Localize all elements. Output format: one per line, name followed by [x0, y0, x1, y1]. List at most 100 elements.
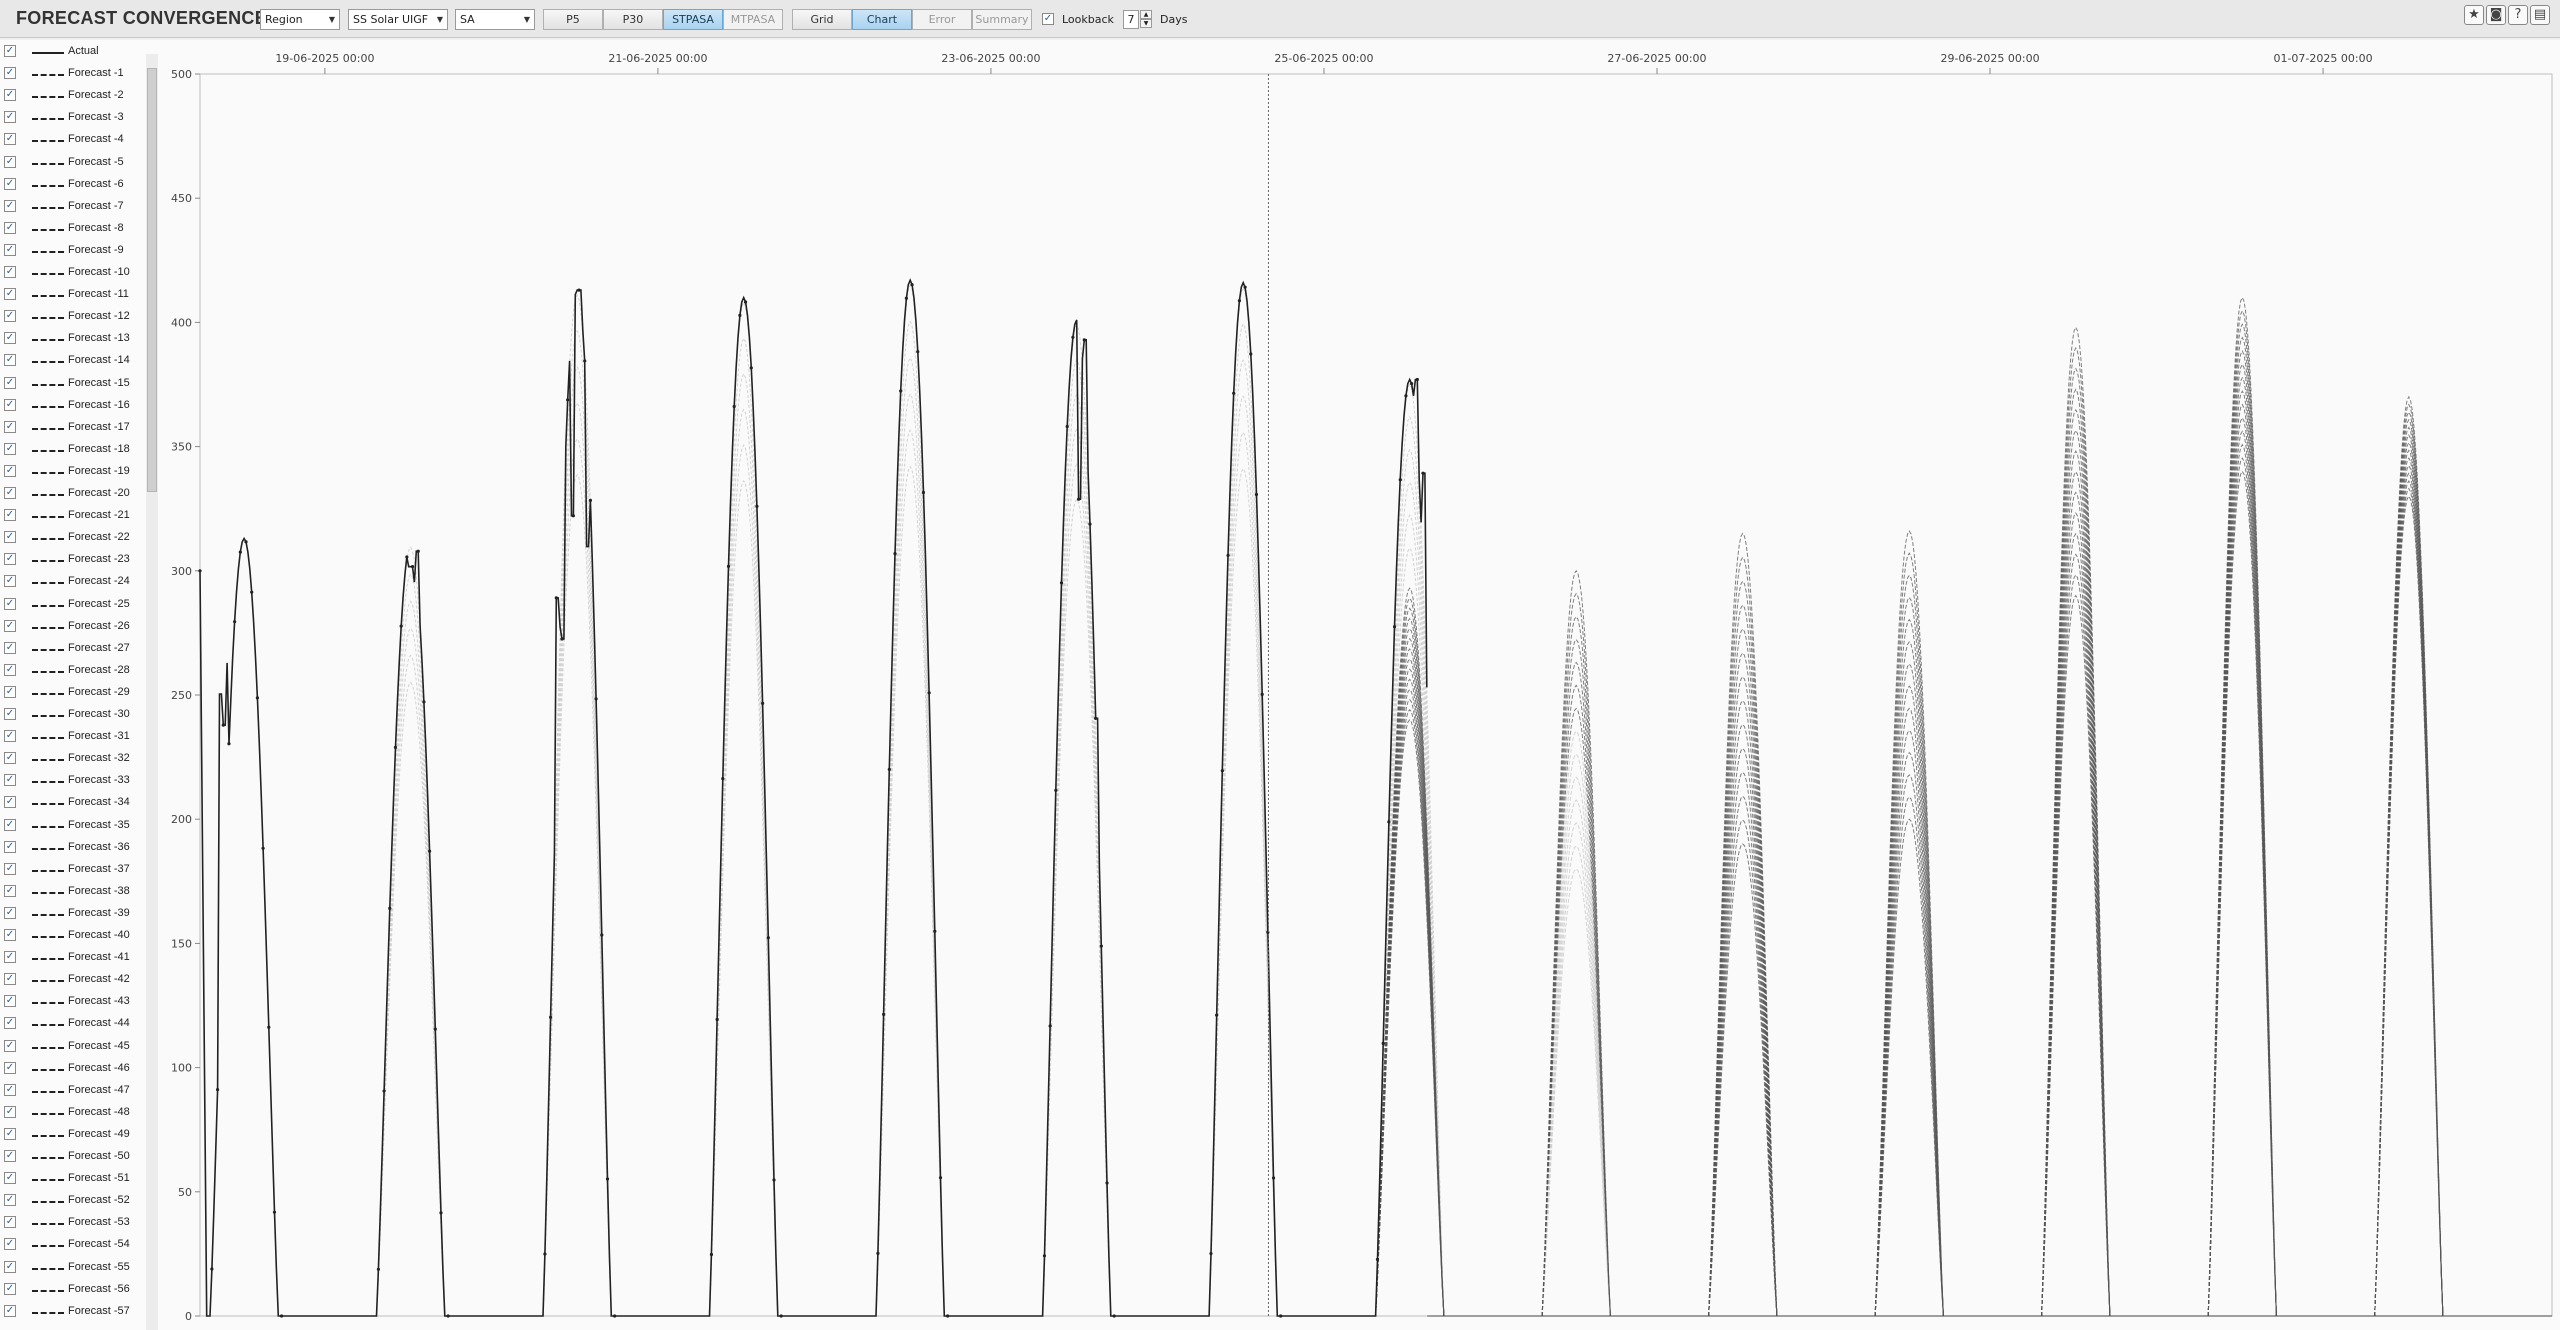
legend-checkbox[interactable]: ✓: [4, 332, 16, 345]
legend-item[interactable]: ✓ Forecast -54: [4, 1235, 144, 1257]
grid-button[interactable]: Grid: [792, 9, 852, 30]
legend-item[interactable]: ✓ Forecast -43: [4, 992, 144, 1014]
legend-item[interactable]: ✓ Forecast -24: [4, 572, 144, 594]
legend-item[interactable]: ✓ Forecast -6: [4, 175, 144, 197]
legend-checkbox[interactable]: ✓: [4, 1172, 16, 1185]
legend-checkbox[interactable]: ✓: [4, 973, 16, 986]
legend-checkbox[interactable]: ✓: [4, 1105, 16, 1118]
legend-checkbox[interactable]: ✓: [4, 796, 16, 809]
legend-checkbox[interactable]: ✓: [4, 487, 16, 499]
legend-checkbox[interactable]: ✓: [4, 398, 16, 411]
legend-item[interactable]: ✓ Forecast -57: [4, 1302, 144, 1324]
legend-checkbox[interactable]: ✓: [4, 45, 16, 57]
legend-item[interactable]: ✓ Forecast -36: [4, 838, 144, 860]
legend-checkbox[interactable]: ✓: [4, 1216, 16, 1229]
legend-checkbox[interactable]: ✓: [4, 1083, 16, 1096]
legend-item[interactable]: ✓ Forecast -33: [4, 771, 144, 793]
legend-item[interactable]: ✓ Forecast -41: [4, 948, 144, 970]
legend-checkbox[interactable]: ✓: [4, 906, 16, 919]
legend-item[interactable]: ✓ Forecast -27: [4, 639, 144, 661]
legend-checkbox[interactable]: ✓: [4, 177, 16, 190]
legend-checkbox[interactable]: ✓: [4, 840, 16, 853]
legend-checkbox[interactable]: ✓: [4, 929, 16, 941]
legend-item[interactable]: ✓ Forecast -21: [4, 506, 144, 528]
legend-checkbox[interactable]: ✓: [4, 1304, 16, 1317]
legend-item[interactable]: ✓ Actual: [4, 42, 144, 64]
legend-item[interactable]: ✓ Forecast -30: [4, 705, 144, 727]
legend-item[interactable]: ✓ Forecast -31: [4, 727, 144, 749]
legend-item[interactable]: ✓ Forecast -9: [4, 241, 144, 263]
legend-checkbox[interactable]: ✓: [4, 774, 16, 787]
spin-up-icon[interactable]: ▲: [1140, 10, 1152, 19]
legend-item[interactable]: ✓ Forecast -46: [4, 1059, 144, 1081]
legend-checkbox[interactable]: ✓: [4, 553, 16, 566]
legend-checkbox[interactable]: ✓: [4, 730, 16, 743]
legend-item[interactable]: ✓ Forecast -19: [4, 462, 144, 484]
legend-item[interactable]: ✓ Forecast -25: [4, 595, 144, 617]
legend-item[interactable]: ✓ Forecast -32: [4, 749, 144, 771]
lookback-spinner[interactable]: ▲ ▼: [1140, 10, 1152, 29]
legend-checkbox[interactable]: ✓: [4, 266, 16, 278]
legend-checkbox[interactable]: ✓: [4, 619, 16, 632]
legend-checkbox[interactable]: ✓: [4, 862, 16, 875]
legend-item[interactable]: ✓ Forecast -53: [4, 1213, 144, 1235]
legend-checkbox[interactable]: ✓: [4, 597, 16, 610]
legend-checkbox[interactable]: ✓: [4, 995, 16, 1008]
legend-checkbox[interactable]: ✓: [4, 1017, 16, 1030]
lookback-input[interactable]: 7: [1123, 10, 1139, 29]
legend-checkbox[interactable]: ✓: [4, 133, 16, 146]
legend-item[interactable]: ✓ Forecast -45: [4, 1037, 144, 1059]
legend-item[interactable]: ✓ Forecast -56: [4, 1280, 144, 1302]
legend-checkbox[interactable]: ✓: [4, 67, 16, 80]
legend-checkbox[interactable]: ✓: [4, 1061, 16, 1074]
legend-item[interactable]: ✓ Forecast -22: [4, 528, 144, 550]
legend-checkbox[interactable]: ✓: [4, 752, 16, 765]
legend-item[interactable]: ✓ Forecast -51: [4, 1169, 144, 1191]
legend-item[interactable]: ✓ Forecast -35: [4, 816, 144, 838]
legend-checkbox[interactable]: ✓: [4, 641, 16, 654]
legend-checkbox[interactable]: ✓: [4, 818, 16, 831]
legend-checkbox[interactable]: ✓: [4, 1150, 16, 1162]
legend-checkbox[interactable]: ✓: [4, 89, 16, 102]
legend-item[interactable]: ✓ Forecast -23: [4, 550, 144, 572]
summary-button[interactable]: Summary: [972, 9, 1032, 30]
legend-item[interactable]: ✓ Forecast -10: [4, 263, 144, 285]
legend-item[interactable]: ✓ Forecast -49: [4, 1125, 144, 1147]
legend-item[interactable]: ✓ Forecast -42: [4, 970, 144, 992]
mtpasa-button[interactable]: MTPASA: [723, 9, 783, 30]
legend-checkbox[interactable]: ✓: [4, 708, 16, 720]
legend-checkbox[interactable]: ✓: [4, 884, 16, 897]
legend-item[interactable]: ✓ Forecast -11: [4, 285, 144, 307]
legend-item[interactable]: ✓ Forecast -18: [4, 440, 144, 462]
lookback-checkbox[interactable]: ✓: [1042, 13, 1054, 25]
legend-item[interactable]: ✓ Forecast -17: [4, 418, 144, 440]
legend-checkbox[interactable]: ✓: [4, 663, 16, 676]
region-combo[interactable]: SA ▼: [455, 9, 535, 30]
legend-checkbox[interactable]: ✓: [4, 1039, 16, 1052]
legend-checkbox[interactable]: ✓: [4, 354, 16, 367]
legend-item[interactable]: ✓ Forecast -15: [4, 374, 144, 396]
legend-checkbox[interactable]: ✓: [4, 376, 16, 389]
legend-checkbox[interactable]: ✓: [4, 155, 16, 168]
legend-item[interactable]: ✓ Forecast -44: [4, 1014, 144, 1036]
camera-icon[interactable]: ◙: [2486, 5, 2506, 25]
legend-item[interactable]: ✓ Forecast -16: [4, 396, 144, 418]
legend-checkbox[interactable]: ✓: [4, 1260, 16, 1273]
legend-checkbox[interactable]: ✓: [4, 420, 16, 433]
p30-button[interactable]: P30: [603, 9, 663, 30]
legend-checkbox[interactable]: ✓: [4, 531, 16, 544]
legend-item[interactable]: ✓ Forecast -28: [4, 661, 144, 683]
legend-item[interactable]: ✓ Forecast -52: [4, 1191, 144, 1213]
legend-checkbox[interactable]: ✓: [4, 288, 16, 301]
legend-item[interactable]: ✓ Forecast -40: [4, 926, 144, 948]
legend-checkbox[interactable]: ✓: [4, 111, 16, 124]
legend-checkbox[interactable]: ✓: [4, 199, 16, 212]
legend-checkbox[interactable]: ✓: [4, 243, 16, 256]
legend-item[interactable]: ✓ Forecast -34: [4, 793, 144, 815]
legend-checkbox[interactable]: ✓: [4, 685, 16, 698]
legend-item[interactable]: ✓ Forecast -55: [4, 1258, 144, 1280]
legend-checkbox[interactable]: ✓: [4, 1238, 16, 1251]
spin-down-icon[interactable]: ▼: [1140, 19, 1152, 28]
legend-scrollbar[interactable]: [146, 54, 158, 1330]
legend-checkbox[interactable]: ✓: [4, 464, 16, 477]
